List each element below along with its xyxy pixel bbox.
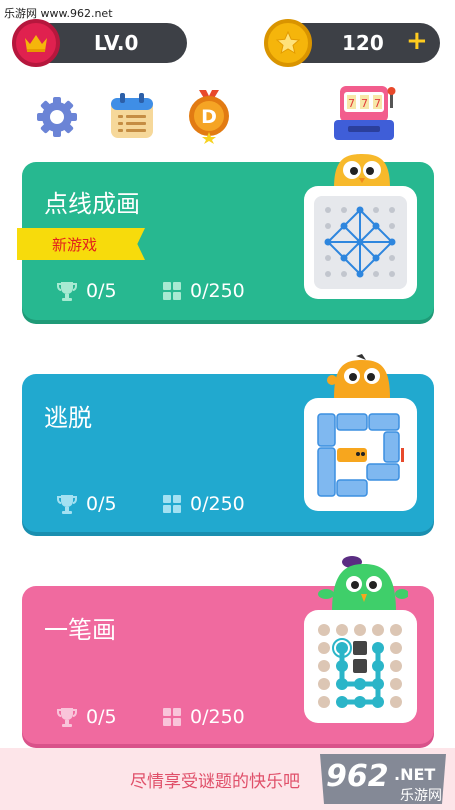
watermark-top: 乐游网 www.962.net [4, 7, 113, 20]
watermark-logo: 962 .NET 乐游网 [318, 752, 448, 806]
add-coins-button[interactable]: + [406, 27, 428, 55]
levels-stat: 0/250 [162, 493, 245, 515]
trophy-icon [57, 495, 77, 514]
crown-icon [12, 19, 60, 67]
slot-machine-icon[interactable]: 7 7 7 [332, 80, 400, 144]
one-stroke-thumbnail [304, 610, 417, 723]
card-title: 逃脱 [44, 404, 92, 432]
levels-count: 0/250 [190, 493, 245, 515]
card-title: 一笔画 [44, 616, 116, 644]
trophy-count: 0/5 [86, 280, 117, 302]
trophy-stat: 0/5 [56, 280, 117, 302]
card-title: 点线成画 [44, 190, 140, 218]
calendar-icon[interactable] [109, 92, 155, 140]
levels-count: 0/250 [190, 280, 245, 302]
trophy-count: 0/5 [86, 706, 117, 728]
svg-text:7: 7 [348, 97, 355, 110]
star-coin-icon [264, 19, 312, 67]
settings-gear-icon[interactable] [34, 94, 80, 140]
trophy-stat: 0/5 [56, 493, 117, 515]
logo-suffix: .NET [394, 765, 435, 784]
trophy-stat: 0/5 [56, 706, 117, 728]
levels-stat: 0/250 [162, 706, 245, 728]
escape-thumbnail [304, 398, 417, 511]
grid-icon [163, 495, 181, 513]
grid-icon [163, 282, 181, 300]
levels-stat: 0/250 [162, 280, 245, 302]
svg-text:7: 7 [374, 97, 381, 110]
yellow-owl-mascot [330, 150, 394, 188]
footer-slogan: 尽情享受谜题的快乐吧 [130, 772, 300, 792]
svg-text:D: D [201, 106, 217, 128]
trophy-icon [57, 282, 77, 301]
coin-count: 120 [342, 31, 384, 55]
logo-number: 962 [326, 759, 389, 794]
d-medal-icon[interactable]: D [186, 88, 232, 144]
trophy-icon [57, 708, 77, 727]
grid-icon [163, 708, 181, 726]
new-game-tag: 新游戏 [17, 228, 145, 260]
svg-text:7: 7 [361, 97, 368, 110]
dot-line-thumbnail [304, 186, 417, 299]
orange-bird-mascot [326, 352, 396, 398]
level-label: LV.0 [94, 31, 139, 55]
trophy-count: 0/5 [86, 493, 117, 515]
levels-count: 0/250 [190, 706, 245, 728]
green-bird-mascot [318, 554, 409, 612]
logo-sub: 乐游网 [400, 788, 442, 804]
